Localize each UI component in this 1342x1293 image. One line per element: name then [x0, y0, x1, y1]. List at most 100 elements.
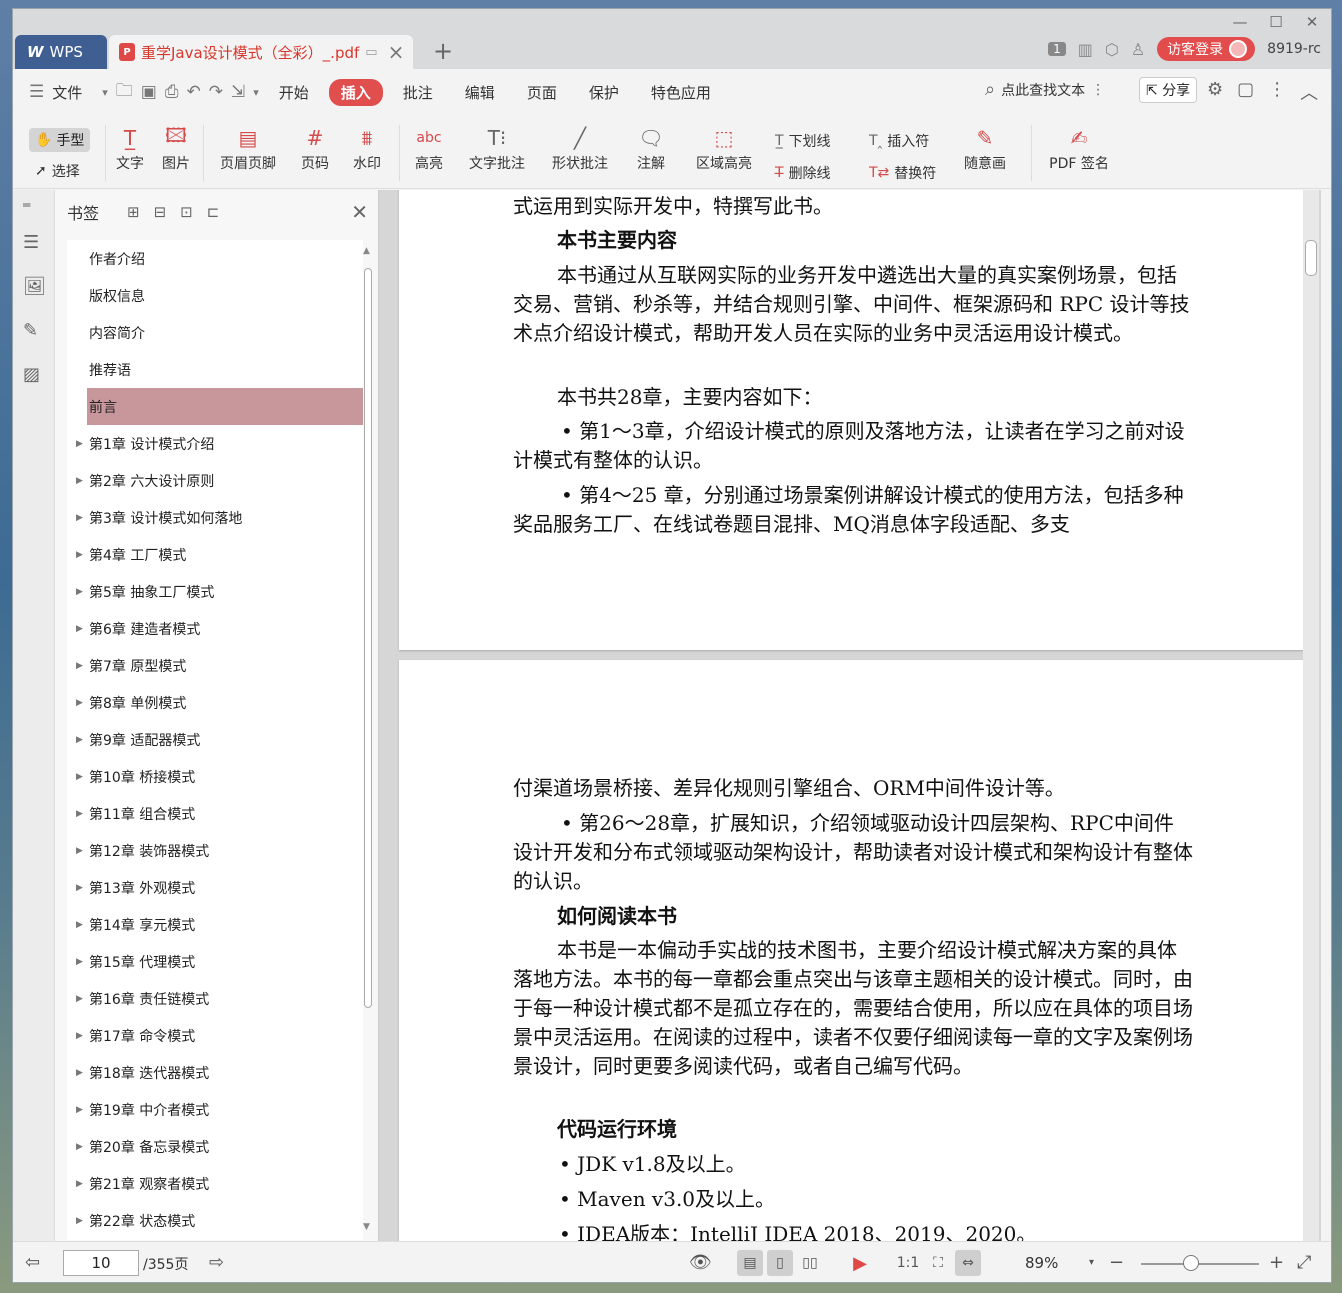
tab-document[interactable]: P 重学Java设计模式（全彩）_.pdf ▭ ×	[109, 35, 413, 69]
insert-mark-button[interactable]: T‸ 插入符	[869, 131, 929, 151]
strikethrough-button[interactable]: T̶ 删除线	[775, 163, 831, 183]
expand-arrow-icon[interactable]: ▶	[76, 513, 83, 523]
menu-insert[interactable]: 插入	[328, 78, 383, 106]
area-highlight-button[interactable]: ⬚ 区域高亮	[687, 123, 761, 173]
login-button[interactable]: 访客登录	[1157, 37, 1256, 61]
actual-size-icon[interactable]: 1:1	[895, 1250, 921, 1276]
expand-all-icon[interactable]: ⊞	[127, 203, 140, 221]
bookmark-item[interactable]: 作者介绍	[67, 240, 363, 277]
expand-arrow-icon[interactable]: ▶	[76, 772, 83, 782]
zoom-in-icon[interactable]: +	[1269, 1252, 1284, 1273]
freehand-button[interactable]: ✎ 随意画	[957, 123, 1013, 173]
bookmark-item[interactable]: 推荐语	[67, 351, 363, 388]
replace-mark-button[interactable]: T⇄ 替换符	[869, 163, 936, 183]
collapse-all-icon[interactable]: ⊟	[154, 203, 167, 221]
undo-icon[interactable]: ↶	[186, 82, 200, 102]
close-panel-icon[interactable]: ✕	[351, 200, 368, 224]
next-page-icon[interactable]: ⇨	[209, 1252, 224, 1273]
expand-arrow-icon[interactable]: ▶	[76, 550, 83, 560]
fullscreen-icon[interactable]: ⤢	[1297, 1252, 1311, 1273]
expand-arrow-icon[interactable]: ▶	[76, 587, 83, 597]
scrollbar-thumb[interactable]	[1305, 240, 1317, 276]
collapse-ribbon-icon[interactable]: ︿	[1300, 79, 1318, 105]
expand-arrow-icon[interactable]: ▶	[76, 1031, 83, 1041]
more-vert-icon[interactable]: ⋮	[1091, 82, 1105, 98]
bookmark-item[interactable]: ▶ 第10章 桥接模式	[67, 758, 363, 795]
skin-icon[interactable]: ♙	[1131, 40, 1145, 59]
single-page-icon[interactable]: ▯	[767, 1250, 793, 1276]
quick-access-dropdown-icon[interactable]: ▾	[253, 86, 259, 99]
close-window-icon[interactable]: ✕	[1297, 13, 1327, 31]
zoom-slider[interactable]	[1141, 1263, 1259, 1265]
bookmark-item[interactable]: ▶ 第15章 代理模式	[67, 943, 363, 980]
document-viewer[interactable]: 式运用到实际开发中，特撰写此书。 本书主要内容 本书通过从互联网实际的业务开发中…	[379, 190, 1321, 1241]
signature-list-icon[interactable]: ▨	[23, 364, 40, 385]
hamburger-icon[interactable]: ☰	[29, 82, 44, 102]
new-tab-icon[interactable]: +	[433, 37, 453, 65]
cloud-icon[interactable]: ⬡	[1105, 40, 1119, 59]
fit-width-icon[interactable]: ⇔	[955, 1250, 981, 1276]
menu-protect[interactable]: 保护	[577, 79, 631, 106]
bookmark-item[interactable]: ▶ 第16章 责任链模式	[67, 980, 363, 1017]
bookmark-item[interactable]: ▶ 第6章 建造者模式	[67, 610, 363, 647]
highlight-button[interactable]: abc 高亮	[407, 123, 451, 173]
scrollbar-thumb[interactable]	[364, 268, 372, 1008]
expand-arrow-icon[interactable]: ▶	[76, 1105, 83, 1115]
open-folder-icon[interactable]: 🗀	[116, 78, 133, 107]
bookmark-item[interactable]: ▶ 第7章 原型模式	[67, 647, 363, 684]
add-bookmark-icon[interactable]: ⊡	[180, 203, 193, 221]
note-button[interactable]: 🗨 注解	[629, 123, 673, 173]
bookmark-item[interactable]: ▶ 第17章 命令模式	[67, 1017, 363, 1054]
menu-edit[interactable]: 编辑	[453, 79, 507, 106]
header-footer-button[interactable]: ▤ 页眉页脚	[211, 123, 285, 173]
menu-file[interactable]: 文件	[52, 79, 94, 106]
bookmark-scrollbar[interactable]: ▲ ▼	[362, 244, 374, 1234]
zoom-dropdown-icon[interactable]: ▾	[1089, 1257, 1094, 1268]
export-icon[interactable]: ⇲	[231, 82, 245, 102]
menu-features[interactable]: 特色应用	[639, 79, 723, 106]
bookmark-settings-icon[interactable]: ⊏	[207, 203, 220, 221]
pdf-sign-button[interactable]: ✍ PDF 签名	[1043, 123, 1115, 173]
bookmark-item[interactable]: ▶ 第18章 迭代器模式	[67, 1054, 363, 1091]
minimize-icon[interactable]: —	[1225, 13, 1255, 31]
bookmark-item[interactable]: ▶ 第8章 单例模式	[67, 684, 363, 721]
expand-arrow-icon[interactable]: ▶	[76, 1068, 83, 1078]
bookmark-list-icon[interactable]: ☰	[23, 232, 39, 253]
maximize-icon[interactable]: ☐	[1261, 13, 1291, 31]
watermark-button[interactable]: ⩩ 水印	[345, 123, 389, 173]
expand-arrow-icon[interactable]: ▶	[76, 624, 83, 634]
save-icon[interactable]: ▣	[141, 82, 157, 102]
zoom-level[interactable]: 89%	[1025, 1254, 1058, 1272]
settings-gear-icon[interactable]: ⚙	[1207, 79, 1223, 105]
expand-arrow-icon[interactable]: ▶	[76, 735, 83, 745]
text-annotation-button[interactable]: T⁝ 文字批注	[465, 123, 529, 173]
redo-icon[interactable]: ↷	[209, 82, 223, 102]
expand-arrow-icon[interactable]: ▶	[76, 920, 83, 930]
eye-protection-icon[interactable]: 👁	[689, 1252, 712, 1273]
thumbnail-icon[interactable]: 🖼	[23, 276, 46, 297]
tab-close-icon[interactable]: ×	[388, 40, 405, 64]
expand-arrow-icon[interactable]: ▶	[76, 476, 83, 486]
document-scrollbar[interactable]	[1303, 190, 1319, 1241]
insert-text-button[interactable]: T̲ 文字	[113, 123, 147, 173]
expand-arrow-icon[interactable]: ▶	[76, 957, 83, 967]
expand-arrow-icon[interactable]: ▶	[76, 1216, 83, 1226]
chevron-down-icon[interactable]: ▾	[102, 86, 108, 99]
bookmark-item[interactable]: ▶ 第1章 设计模式介绍	[67, 425, 363, 462]
page-number-button[interactable]: # 页码	[297, 123, 333, 173]
shape-annotation-button[interactable]: ╱ 形状批注	[543, 123, 617, 173]
layout-icon[interactable]: ▥	[1078, 40, 1093, 59]
continuous-view-icon[interactable]: ▤	[737, 1250, 763, 1276]
bookmark-item[interactable]: ▶ 第11章 组合模式	[67, 795, 363, 832]
expand-arrow-icon[interactable]: ▶	[76, 1179, 83, 1189]
bookmark-item[interactable]: ▶ 第9章 适配器模式	[67, 721, 363, 758]
menu-page[interactable]: 页面	[515, 79, 569, 106]
tab-wps-home[interactable]: W WPS	[15, 35, 107, 69]
expand-arrow-icon[interactable]: ▶	[76, 698, 83, 708]
bookmark-item[interactable]: 内容简介	[67, 314, 363, 351]
bookmark-item[interactable]: ▶ 第14章 享元模式	[67, 906, 363, 943]
expand-arrow-icon[interactable]: ▶	[76, 809, 83, 819]
bookmark-item[interactable]: ▶ 第2章 六大设计原则	[67, 462, 363, 499]
play-icon[interactable]: ▶	[847, 1250, 873, 1276]
fit-page-icon[interactable]: ⛶	[925, 1250, 951, 1276]
